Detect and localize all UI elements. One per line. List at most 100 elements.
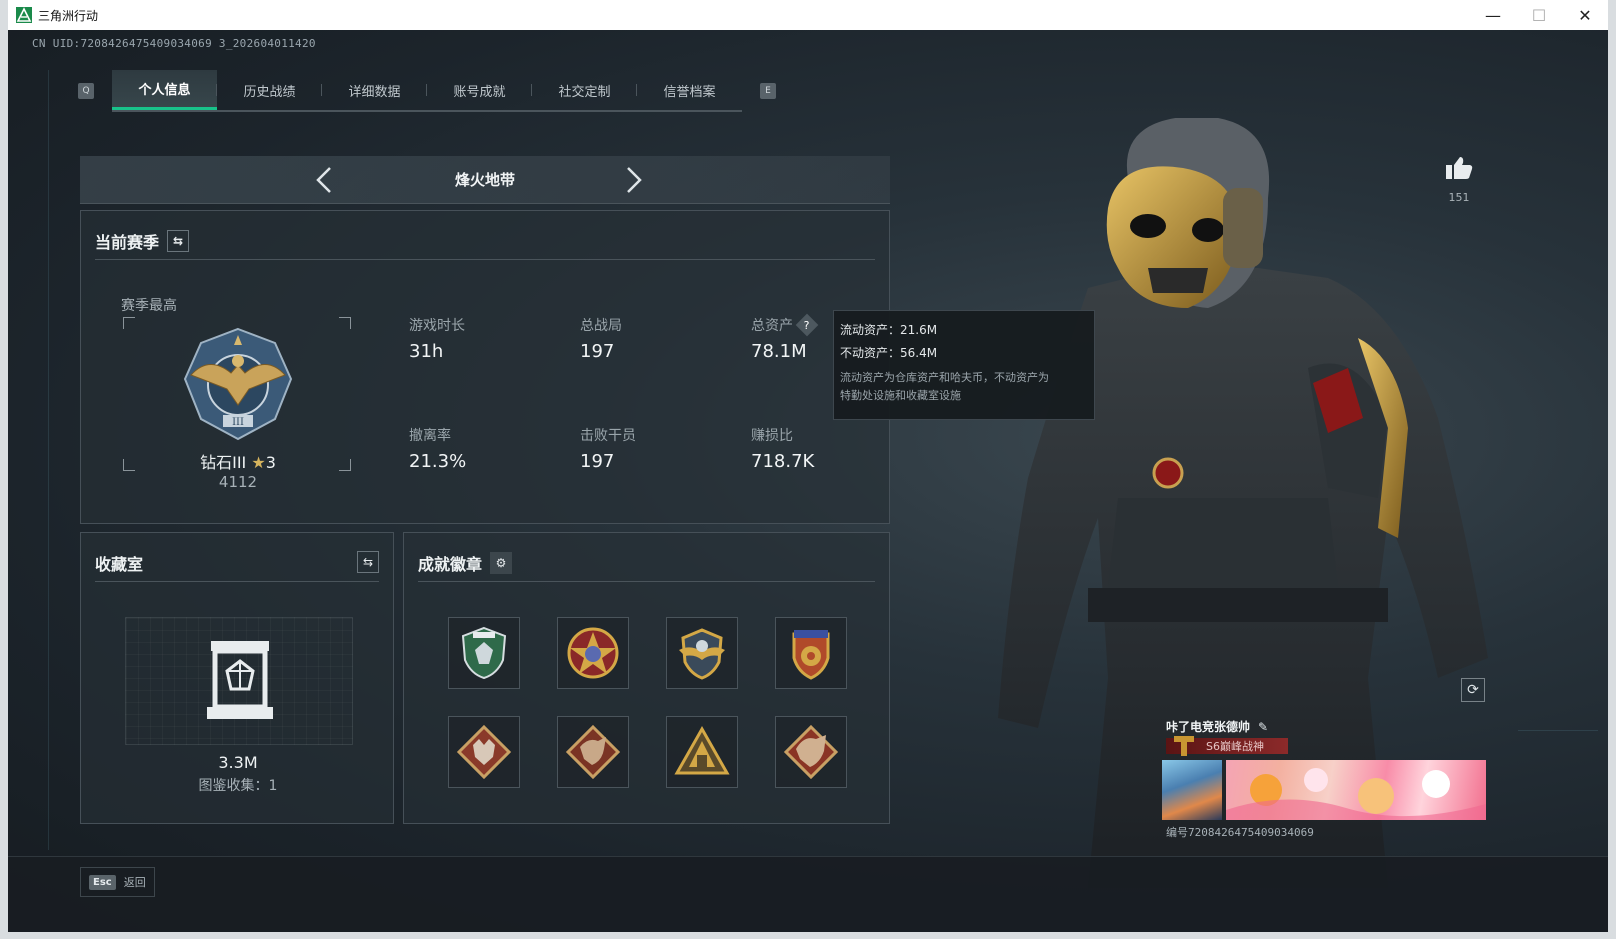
star-icon: ★ bbox=[251, 453, 266, 472]
banner-art-image bbox=[1226, 768, 1486, 820]
badges-panel: 成就徽章 ⚙ bbox=[403, 532, 890, 824]
wolf-badge-icon bbox=[456, 724, 512, 780]
tab-bar: Q 个人信息 历史战绩 详细数据 账号成就 社交定制 信誉档案 E bbox=[78, 70, 776, 112]
frame-corner bbox=[339, 459, 351, 471]
app-window: 三角洲行动 — ☐ ✕ CN UID:7208426475409034069 3… bbox=[8, 0, 1608, 932]
rank-name: 钻石III ★3 bbox=[141, 449, 335, 473]
badge-peak[interactable] bbox=[666, 716, 738, 788]
season-best-label: 赛季最高 bbox=[121, 298, 177, 314]
dragon-badge-icon bbox=[783, 724, 839, 780]
tab-personal-info[interactable]: 个人信息 bbox=[112, 70, 217, 110]
vault-title: 收藏室 bbox=[95, 555, 144, 574]
maximize-button[interactable]: ☐ bbox=[1516, 0, 1562, 30]
tab-achievements[interactable]: 账号成就 bbox=[427, 70, 532, 110]
divider bbox=[95, 581, 379, 582]
edit-icon[interactable]: ✎ bbox=[1258, 720, 1268, 734]
tooltip-liquid-assets: 流动资产：21.6M bbox=[840, 323, 938, 337]
player-title-badge: S6巅峰战神 bbox=[1166, 736, 1288, 756]
rank-name-text: 钻石III bbox=[200, 453, 247, 472]
stat-play-time-value: 31h bbox=[409, 341, 444, 362]
minimize-button[interactable]: — bbox=[1470, 0, 1516, 30]
bottom-bar: Esc 返回 bbox=[8, 856, 1608, 932]
like-count: 151 bbox=[1448, 191, 1470, 204]
chevron-left-icon[interactable] bbox=[315, 165, 333, 195]
badge-dragon[interactable] bbox=[557, 716, 629, 788]
thumbs-up-icon[interactable] bbox=[1444, 155, 1474, 181]
tab-detailed-data[interactable]: 详细数据 bbox=[322, 70, 427, 110]
uid-label: CN UID:7208426475409034069 3_20260401142… bbox=[32, 37, 316, 50]
badge-wings[interactable] bbox=[666, 617, 738, 689]
swap-icon[interactable]: ⇆ bbox=[167, 230, 190, 252]
player-title-text: S6巅峰战神 bbox=[1206, 740, 1264, 753]
prev-tab-key-hint[interactable]: Q bbox=[78, 83, 94, 99]
rank-stars: 3 bbox=[265, 453, 276, 472]
tooltip-note: 流动资产为仓库资产和哈夫币，不动资产为 特勤处设施和收藏室设施 bbox=[840, 369, 1088, 405]
player-name: 咔了电竞张德帅 ✎ bbox=[1166, 718, 1268, 735]
tooltip-note-line: 流动资产为仓库资产和哈夫币，不动资产为 bbox=[840, 371, 1049, 384]
stat-kills-label: 击败干员 bbox=[580, 428, 636, 444]
badge-wolf[interactable] bbox=[448, 716, 520, 788]
player-card[interactable]: 咔了电竞张德帅 ✎ S6巅峰战神 编号7208426475409034069 bbox=[1162, 716, 1488, 839]
profile-banner[interactable] bbox=[1226, 760, 1486, 820]
badges-title: 成就徽章 bbox=[418, 555, 483, 574]
season-title: 当前赛季 bbox=[95, 233, 160, 252]
swap-icon[interactable]: ⇆ bbox=[357, 551, 379, 573]
frame-corner bbox=[123, 459, 135, 471]
rank-score: 4112 bbox=[218, 473, 258, 491]
gear-icon[interactable]: ⚙ bbox=[490, 552, 513, 574]
avatar[interactable] bbox=[1162, 760, 1222, 820]
dragon-badge-icon bbox=[565, 724, 621, 780]
season-panel-header: 当前赛季 ⇆ bbox=[95, 229, 190, 253]
wings-badge-icon bbox=[679, 628, 725, 680]
stat-total-matches-value: 197 bbox=[580, 341, 615, 362]
stat-total-assets-value: 78.1M bbox=[751, 341, 807, 362]
tab-history[interactable]: 历史战绩 bbox=[217, 70, 322, 110]
assets-tooltip: 流动资产：21.6M 不动资产：56.4M 流动资产为仓库资产和哈夫币，不动资产… bbox=[833, 310, 1095, 420]
badge-crest[interactable] bbox=[775, 617, 847, 689]
back-label: 返回 bbox=[123, 876, 146, 889]
stat-extract-rate-value: 21.3% bbox=[409, 451, 467, 472]
tab-social[interactable]: 社交定制 bbox=[532, 70, 637, 110]
refresh-icon[interactable]: ⟳ bbox=[1461, 678, 1485, 702]
badge-dragon-2[interactable] bbox=[775, 716, 847, 788]
medal-icon bbox=[1174, 736, 1194, 756]
stat-total-assets-label: 总资产 ? bbox=[751, 313, 819, 337]
season-panel: 当前赛季 ⇆ 赛季最高 III 钻石III ★3 4112 游戏时长 31h 总… bbox=[80, 210, 890, 524]
badge-shield[interactable] bbox=[448, 617, 520, 689]
vault-collection-count: 图鉴收集：1 bbox=[198, 778, 278, 794]
shield-badge-icon bbox=[461, 626, 507, 680]
rank-emblem-icon: III bbox=[183, 327, 293, 441]
divider bbox=[95, 259, 875, 260]
peak-badge-icon bbox=[674, 725, 730, 775]
tooltip-note-line: 特勤处设施和收藏室设施 bbox=[840, 389, 961, 402]
vault-display-case-icon bbox=[207, 641, 273, 719]
title-bar: 三角洲行动 — ☐ ✕ bbox=[8, 0, 1608, 30]
vault-panel-header: 收藏室 bbox=[95, 551, 143, 575]
next-tab-key-hint[interactable]: E bbox=[760, 83, 776, 99]
back-button[interactable]: Esc 返回 bbox=[80, 867, 155, 897]
tab-reputation[interactable]: 信誉档案 bbox=[637, 70, 742, 110]
crest-badge-icon bbox=[792, 630, 830, 680]
player-id: 编号7208426475409034069 bbox=[1166, 826, 1314, 839]
like-widget[interactable]: 151 bbox=[1444, 155, 1474, 204]
stat-kills-value: 197 bbox=[580, 451, 615, 472]
tabs: 个人信息 历史战绩 详细数据 账号成就 社交定制 信誉档案 bbox=[112, 70, 742, 112]
mode-title: 烽火地带 bbox=[454, 171, 515, 189]
decor-line bbox=[1518, 730, 1598, 731]
help-icon[interactable]: ? bbox=[795, 313, 819, 337]
stat-play-time-label: 游戏时长 bbox=[409, 318, 465, 334]
vault-panel[interactable]: 收藏室 ⇆ 3.3M 图鉴收集：1 bbox=[80, 532, 394, 824]
badges-panel-header: 成就徽章 ⚙ bbox=[418, 551, 513, 575]
player-name-text: 咔了电竞张德帅 bbox=[1166, 720, 1251, 734]
window-title: 三角洲行动 bbox=[38, 8, 99, 23]
stat-total-assets-text: 总资产 bbox=[751, 318, 793, 334]
stat-profit-ratio-value: 718.7K bbox=[751, 451, 815, 472]
stat-profit-ratio-label: 赚损比 bbox=[751, 428, 793, 444]
frame-corner bbox=[123, 317, 135, 329]
badge-star[interactable] bbox=[557, 617, 629, 689]
chevron-right-icon[interactable] bbox=[625, 165, 643, 195]
close-button[interactable]: ✕ bbox=[1562, 0, 1608, 30]
mode-selector: 烽火地带 bbox=[80, 156, 890, 204]
stat-total-matches-label: 总战局 bbox=[580, 318, 622, 334]
game-screen: CN UID:7208426475409034069 3_20260401142… bbox=[8, 30, 1608, 932]
